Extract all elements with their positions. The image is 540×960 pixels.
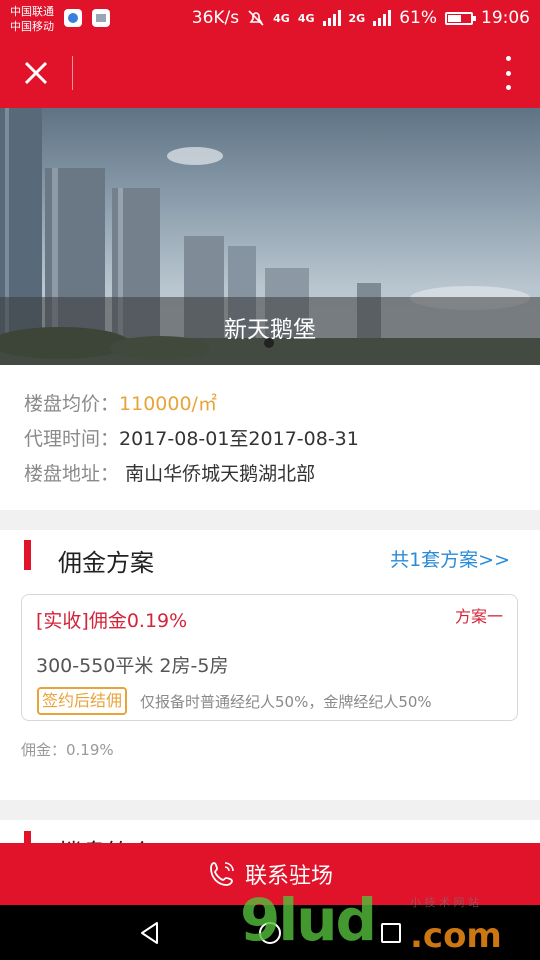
image-notification-icon [92,9,110,27]
address-row: 楼盘地址： 南山华侨城天鹅湖北部 [24,459,315,486]
plan-size: 300-550平米 2房-5房 [36,655,229,677]
network-type-3: 2G [348,11,366,25]
price-value: 110000/㎡ [119,393,217,415]
carrier-2: 中国移动 [10,20,54,33]
agent-period-row: 代理时间：2017-08-01至2017-08-31 [24,424,359,451]
app-notification-icon [64,9,82,27]
section-title: 佣金方案 [58,549,154,577]
carrier-names: 中国联通 中国移动 [10,4,54,34]
signal-icon-2 [373,10,392,26]
contact-button[interactable]: 联系驻场 [0,843,540,905]
hero-banner[interactable]: 新天鹅堡 [0,108,540,365]
battery-percent: 61% [399,8,437,28]
address-label: 楼盘地址： [24,463,120,485]
plan-tag: 方案一 [454,607,503,626]
mute-icon [248,10,264,26]
address-value: 南山华侨城天鹅湖北部 [125,463,316,485]
section-accent-bar [24,540,31,570]
price-label: 楼盘均价： [24,393,120,415]
commission-note: 佣金：0.19% [21,741,114,759]
agent-period-value: 2017-08-01至2017-08-31 [119,428,359,450]
property-info: 楼盘均价：110000/㎡ 代理时间：2017-08-01至2017-08-31… [0,365,540,510]
back-icon[interactable] [135,918,165,948]
carrier-1: 中国联通 [10,5,54,18]
phone-icon [210,862,234,886]
settlement-badge: 签约后结佣 [37,687,128,715]
plan-description: 仅报备时普通经纪人50%，金牌经纪人50% [140,693,432,711]
status-bar: 中国联通 中国移动 36K/s 4G 4G 2G 61% 19:06 [0,0,540,38]
recent-apps-icon[interactable] [376,918,406,948]
all-plans-link[interactable]: 共1套方案>> [390,545,510,572]
app-bar-divider [72,56,73,90]
app-bar [0,38,540,108]
price-row: 楼盘均价：110000/㎡ [24,389,217,416]
contact-label: 联系驻场 [244,864,333,889]
clock: 19:06 [481,8,530,28]
hero-title: 新天鹅堡 [0,297,540,365]
agent-period-label: 代理时间： [24,428,120,450]
more-vertical-icon[interactable] [498,56,518,90]
network-type-1: 4G [273,11,290,25]
carousel-indicator[interactable] [264,338,274,348]
commission-plan-card[interactable]: [实收]佣金0.19% 方案一 300-550平米 2房-5房 签约后结佣 仅报… [21,594,518,721]
battery-icon [445,11,476,25]
system-nav-bar [0,905,540,960]
plan-title: [实收]佣金0.19% [36,610,188,632]
commission-section: 佣金方案 共1套方案>> [实收]佣金0.19% 方案一 300-550平米 2… [0,530,540,800]
signal-icon [322,10,341,26]
network-speed: 36K/s [191,8,240,28]
network-type-2: 4G [297,11,315,25]
close-icon[interactable] [18,55,54,91]
home-icon[interactable] [255,918,285,948]
